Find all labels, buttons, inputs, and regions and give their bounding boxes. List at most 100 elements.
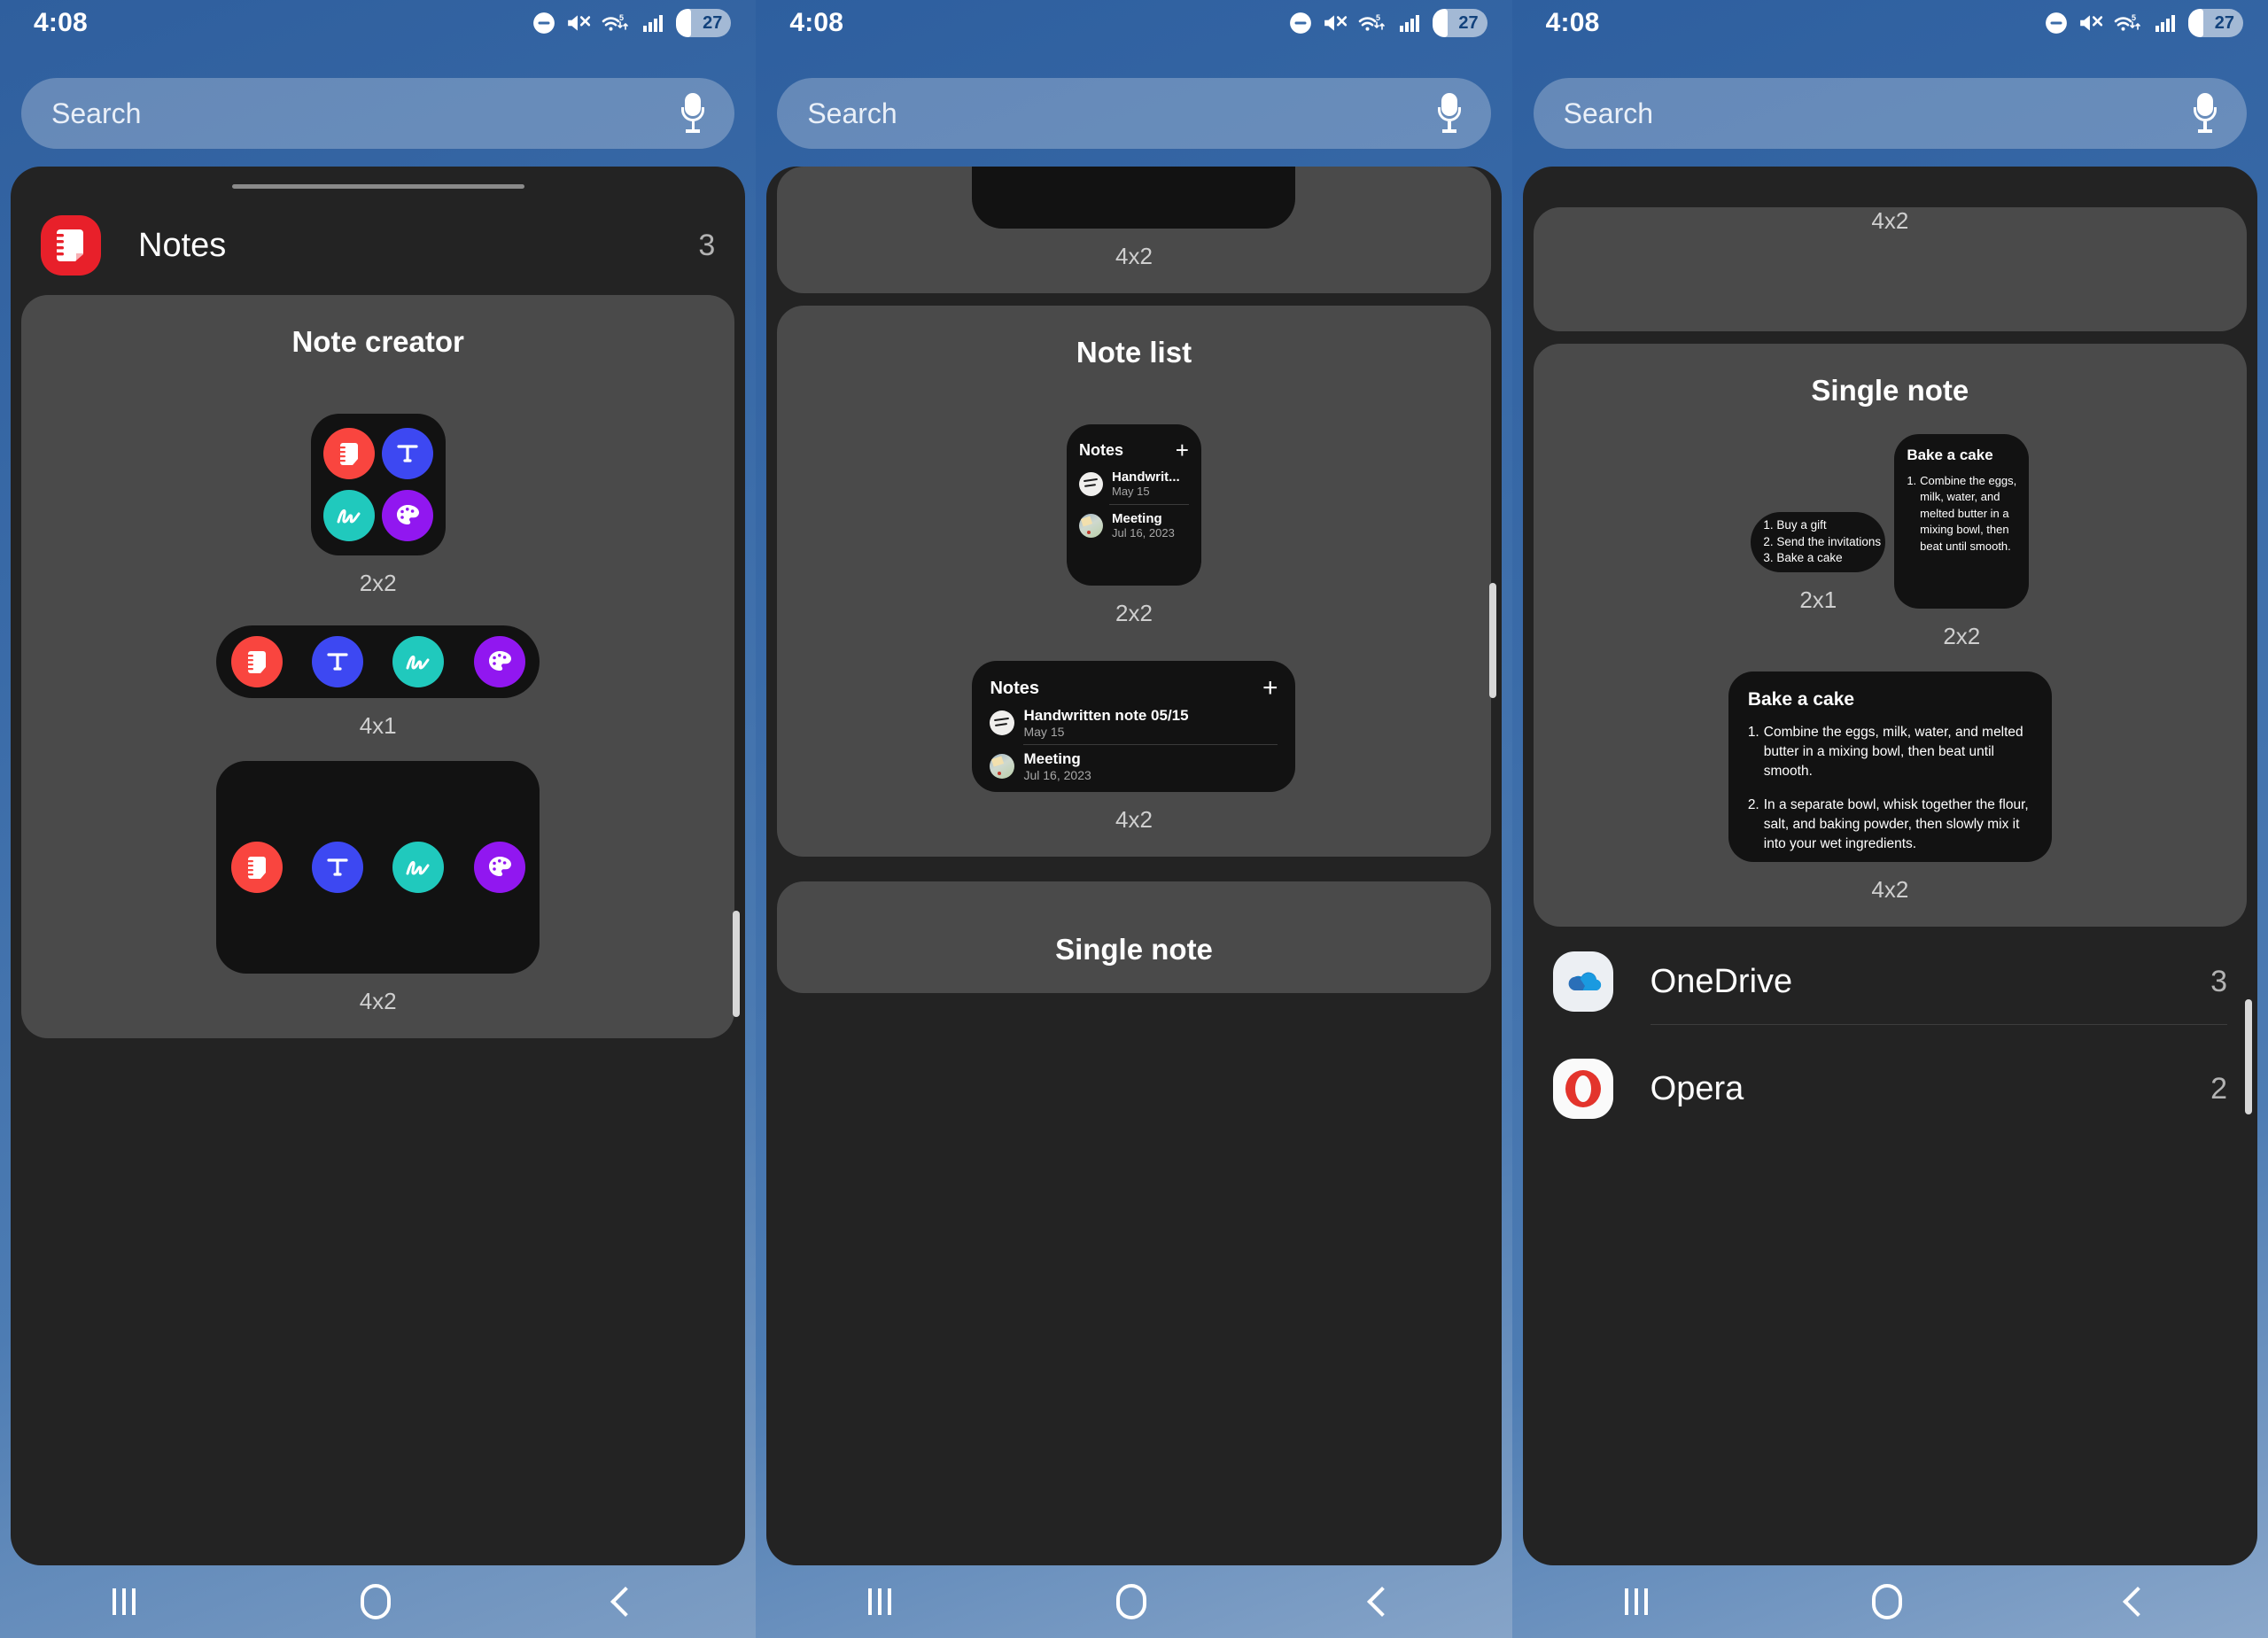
battery-icon: 27 <box>2187 9 2243 37</box>
meeting-photo-thumbnail <box>1078 513 1103 538</box>
widget-size-label: 2x2 <box>1943 623 1981 649</box>
app-header-notes[interactable]: Notes 3 <box>11 203 745 288</box>
handwriting-icon[interactable] <box>322 490 375 541</box>
palette-icon[interactable] <box>473 636 525 687</box>
widget-size-label: 4x2 <box>1871 876 1909 903</box>
status-icon-group: 5 27 <box>1289 9 1487 37</box>
widget-preview-creator-4x2-cut[interactable]: 4x2 <box>777 167 1490 270</box>
search-input[interactable]: Search <box>807 97 1437 130</box>
palette-icon[interactable] <box>473 842 525 893</box>
note-list-item: 2. In a separate bowl, whisk together th… <box>1748 796 2032 854</box>
list-item[interactable]: Handwrit... May 15 <box>1078 470 1189 498</box>
home-icon[interactable] <box>360 1584 391 1619</box>
mute-icon <box>566 12 591 35</box>
home-icon[interactable] <box>1115 1584 1146 1619</box>
back-icon[interactable] <box>1366 1587 1397 1617</box>
microphone-icon[interactable] <box>2193 93 2217 134</box>
add-note-icon[interactable]: + <box>1176 439 1189 462</box>
search-bar-1[interactable]: Search <box>21 78 735 149</box>
widget-preview-note-2x1[interactable]: 1. Buy a gift 2. Send the invitations 3.… <box>1751 512 1886 614</box>
widget-group-partial-top: 4x2 <box>777 167 1491 293</box>
svg-text:5: 5 <box>1376 13 1380 22</box>
panel-note-list: 4:08 5 27 Search 4x2 Note list Notes + H… <box>756 0 1512 1638</box>
item-text: Combine the eggs, milk, water, and melte… <box>1920 474 2017 553</box>
search-input[interactable]: Search <box>51 97 681 130</box>
back-icon[interactable] <box>610 1587 641 1617</box>
widget-group-note-creator: Note creator 2x2 4x1 4x2 <box>21 295 735 1038</box>
recent-apps-icon[interactable] <box>112 1588 136 1615</box>
status-clock: 4:08 <box>1545 8 1600 37</box>
group-title: Note list <box>1076 336 1192 369</box>
note-date: Jul 16, 2023 <box>1111 526 1175 540</box>
widget-size-label: 4x2 <box>1871 207 1909 234</box>
wifi-5g-icon: 5 <box>602 12 632 35</box>
app-name-label: OneDrive <box>1650 962 1793 1000</box>
wifi-5g-icon: 5 <box>1358 12 1388 35</box>
item-number: 1. <box>1907 474 1917 487</box>
sheet-scrollbar[interactable] <box>2244 999 2252 1114</box>
app-header-onedrive[interactable]: OneDrive 3 <box>1523 939 2257 1024</box>
do-not-disturb-icon <box>532 12 555 35</box>
note-title: Meeting <box>1111 511 1162 526</box>
search-input[interactable]: Search <box>1564 97 2194 130</box>
list-item[interactable]: Handwritten note 05/15 May 15 <box>990 707 1278 739</box>
app-widget-count: 3 <box>2210 964 2227 998</box>
note-icon[interactable] <box>230 842 283 893</box>
status-icon-group: 5 27 <box>532 9 732 37</box>
mute-icon <box>2078 12 2103 35</box>
home-icon[interactable] <box>1872 1584 1903 1619</box>
app-widget-count: 2 <box>2210 1071 2227 1106</box>
list-item[interactable]: Meeting Jul 16, 2023 <box>1078 511 1189 540</box>
handwriting-icon[interactable] <box>392 842 445 893</box>
widget-preview-creator-4x2[interactable]: 4x2 <box>21 761 734 1015</box>
handwritten-thumbnail <box>990 710 1015 735</box>
sheet-scrollbar[interactable] <box>733 911 741 1017</box>
note-icon[interactable] <box>322 428 375 479</box>
app-header-opera[interactable]: Opera 2 <box>1523 1046 2257 1131</box>
note-title: Handwrit... <box>1111 470 1180 485</box>
note-icon[interactable] <box>230 636 283 687</box>
status-clock: 4:08 <box>34 8 88 37</box>
list-item[interactable]: Meeting Jul 16, 2023 <box>990 750 1278 782</box>
cellular-signal-icon <box>1399 12 1422 34</box>
widget-preview-note-2x2[interactable]: Bake a cake 1. Combine the eggs, milk, w… <box>1894 434 2030 650</box>
widget-preview-creator-4x1[interactable]: 4x1 <box>21 625 734 740</box>
widget-size-label: 2x2 <box>1115 600 1153 626</box>
status-clock: 4:08 <box>789 8 844 37</box>
widget-preview-notelist-4x2[interactable]: Notes + Handwritten note 05/15 May 15 Me… <box>777 661 1490 834</box>
widget-group-partial-top: 4x2 <box>1533 207 2247 331</box>
text-T-icon[interactable] <box>312 636 364 687</box>
recent-apps-icon[interactable] <box>1624 1588 1648 1615</box>
widget-preview-note-4x2[interactable]: Bake a cake 1. Combine the eggs, milk, w… <box>1534 672 2247 904</box>
battery-level-text: 27 <box>1458 13 1479 33</box>
palette-icon[interactable] <box>381 490 433 541</box>
widget-size-label: 4x2 <box>1115 806 1153 833</box>
sheet-scrollbar[interactable] <box>1488 583 1496 698</box>
handwriting-icon[interactable] <box>392 636 445 687</box>
item-number: 2. <box>1747 797 1759 812</box>
handwritten-thumbnail <box>1078 471 1103 496</box>
widget-group-single-note: Single note <box>777 881 1491 993</box>
widget-size-label: 4x2 <box>1115 243 1153 269</box>
search-bar-3[interactable]: Search <box>1533 78 2247 149</box>
note-date: May 15 <box>1111 485 1150 498</box>
cellular-signal-icon <box>2155 12 2178 34</box>
microphone-icon[interactable] <box>681 93 705 134</box>
mute-icon <box>1323 12 1348 35</box>
battery-icon: 27 <box>676 9 732 37</box>
text-T-icon[interactable] <box>381 428 433 479</box>
widget-preview-notelist-2x2[interactable]: Notes + Handwrit... May 15 Meeting Jul 1… <box>777 424 1490 627</box>
note-line: 3. Bake a cake <box>1763 551 1843 565</box>
widget-preview-creator-2x2[interactable]: 2x2 <box>21 414 734 597</box>
group-title: Single note <box>1811 374 1969 407</box>
add-note-icon[interactable]: + <box>1262 675 1278 702</box>
text-T-icon[interactable] <box>312 842 364 893</box>
search-bar-2[interactable]: Search <box>777 78 1491 149</box>
back-icon[interactable] <box>2123 1587 2154 1617</box>
status-bar-3: 4:08 5 27 <box>1512 0 2268 46</box>
recent-apps-icon[interactable] <box>868 1588 892 1615</box>
microphone-icon[interactable] <box>1437 93 1461 134</box>
sheet-grabber[interactable] <box>231 184 524 189</box>
panel-single-note: 4:08 5 27 Search 4x2 Single note 1. Buy … <box>1511 0 2268 1638</box>
widget-preview-notelist-4x2-cut[interactable]: 4x2 <box>1534 207 2247 235</box>
